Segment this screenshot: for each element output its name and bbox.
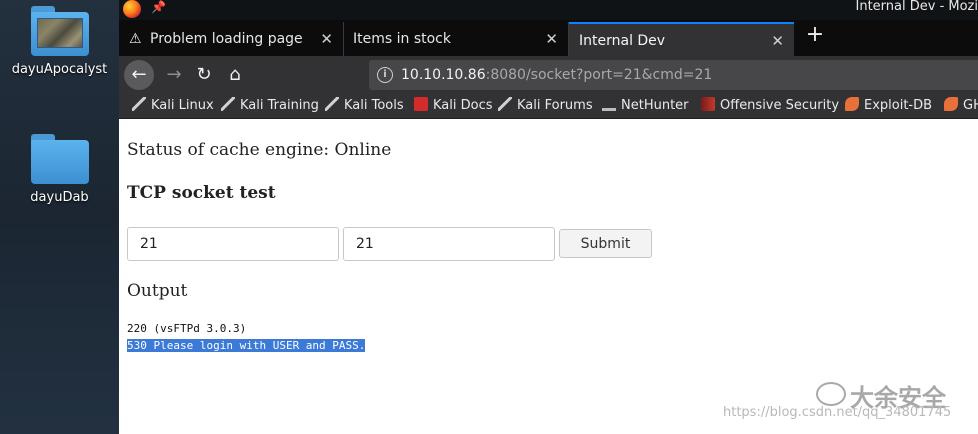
bookmark-label: Kali Training	[240, 98, 319, 113]
desktop-icon-label: dayuDab	[30, 190, 89, 205]
wechat-icon	[816, 382, 846, 406]
forward-arrow-icon[interactable]: →	[159, 60, 189, 90]
desktop-icon-label: dayuApocalyst	[11, 62, 108, 77]
page-content: Status of cache engine: Online TCP socke…	[119, 120, 978, 434]
window-title: Internal Dev - Mozi	[855, 0, 978, 14]
desktop-icon-dayuapocalyst[interactable]: dayuApocalyst	[0, 6, 119, 77]
url-bar[interactable]: i 10.10.10.86:8080/socket?port=21&cmd=21	[369, 60, 978, 90]
bookmarks-toolbar: Kali Linux Kali Training Kali Tools Kali…	[119, 94, 978, 119]
title-bar: 📌 Internal Dev - Mozi	[119, 0, 978, 20]
tab-label: Problem loading page	[150, 31, 303, 47]
cache-engine-status: Status of cache engine: Online	[127, 140, 392, 160]
kali-dragon-icon	[498, 97, 512, 111]
warning-icon: ⚠	[129, 31, 142, 47]
port-input[interactable]	[127, 227, 339, 261]
bookmark-label: Kali Tools	[344, 98, 404, 113]
close-icon[interactable]: ✕	[320, 22, 333, 56]
bookmark-label: Exploit-DB	[864, 98, 933, 113]
output-line-selected: 530 Please login with USER and PASS.	[127, 339, 366, 352]
folder-icon	[30, 134, 89, 184]
kali-dragon-icon	[325, 97, 339, 111]
bookmark-label: Kali Linux	[151, 98, 214, 113]
cmd-input[interactable]	[343, 227, 555, 261]
info-icon[interactable]: i	[377, 67, 393, 83]
tab-problem-loading[interactable]: ⚠ Problem loading page ✕	[119, 22, 344, 56]
bookmark-nethunter[interactable]: NetHunter	[602, 94, 689, 118]
tab-label: Internal Dev	[579, 33, 666, 49]
desktop: dayuApocalyst dayuDab	[0, 0, 119, 434]
bookmark-kali-forums[interactable]: Kali Forums	[498, 94, 593, 118]
url-text: 10.10.10.86:8080/socket?port=21&cmd=21	[401, 60, 712, 90]
bookmark-offensive-security[interactable]: Offensive Security	[701, 94, 839, 118]
output-line: 220 (vsFTPd 3.0.3)	[127, 322, 247, 335]
url-host: 10.10.10.86	[401, 67, 486, 83]
url-path: :8080/socket?port=21&cmd=21	[485, 67, 713, 83]
exploit-db-icon	[845, 97, 859, 111]
watermark-url: https://blog.csdn.net/qq_34801745	[723, 405, 952, 420]
ghdb-icon	[944, 97, 958, 111]
offsec-icon	[701, 97, 715, 111]
tab-items-in-stock[interactable]: Items in stock ✕	[344, 22, 569, 56]
kali-docs-icon	[414, 97, 428, 111]
bookmark-label: GH	[963, 98, 978, 113]
new-tab-plus-icon[interactable]: +	[801, 20, 829, 50]
bookmark-kali-tools[interactable]: Kali Tools	[325, 94, 404, 118]
folder-image-icon	[30, 6, 89, 56]
close-icon[interactable]: ✕	[545, 22, 558, 56]
bookmark-label: Offensive Security	[720, 98, 840, 113]
bookmark-label: Kali Forums	[517, 98, 593, 113]
close-icon[interactable]: ✕	[771, 24, 784, 58]
firefox-logo-icon	[123, 0, 141, 18]
kali-dragon-icon	[221, 97, 235, 111]
bookmark-label: Kali Docs	[433, 98, 493, 113]
navigation-bar: ← → ↻ ⌂ i 10.10.10.86:8080/socket?port=2…	[119, 56, 978, 94]
browser-window: 📌 Internal Dev - Mozi ⚠ Problem loading …	[119, 0, 978, 434]
pin-icon[interactable]: 📌	[151, 0, 166, 14]
bookmark-kali-docs[interactable]: Kali Docs	[414, 94, 493, 118]
submit-button[interactable]: Submit	[559, 229, 652, 258]
bookmark-exploit-db[interactable]: Exploit-DB	[845, 94, 932, 118]
tab-internal-dev[interactable]: Internal Dev ✕	[569, 22, 794, 56]
home-icon[interactable]: ⌂	[220, 60, 250, 90]
tab-strip: ⚠ Problem loading page ✕ Items in stock …	[119, 20, 978, 56]
bookmark-label: NetHunter	[621, 98, 689, 113]
output-text: 220 (vsFTPd 3.0.3) 530 Please login with…	[127, 320, 366, 354]
page-heading: TCP socket test	[127, 183, 276, 203]
output-heading: Output	[127, 281, 188, 301]
bookmark-gh[interactable]: GH	[944, 94, 978, 118]
bookmark-kali-training[interactable]: Kali Training	[221, 94, 319, 118]
reload-icon[interactable]: ↻	[189, 60, 219, 90]
kali-dragon-icon	[132, 97, 146, 111]
bookmark-kali-linux[interactable]: Kali Linux	[132, 94, 214, 118]
desktop-icon-dayudab[interactable]: dayuDab	[0, 134, 119, 205]
tab-label: Items in stock	[353, 31, 451, 47]
back-arrow-icon[interactable]: ←	[124, 60, 154, 90]
nethunter-icon	[602, 97, 616, 111]
